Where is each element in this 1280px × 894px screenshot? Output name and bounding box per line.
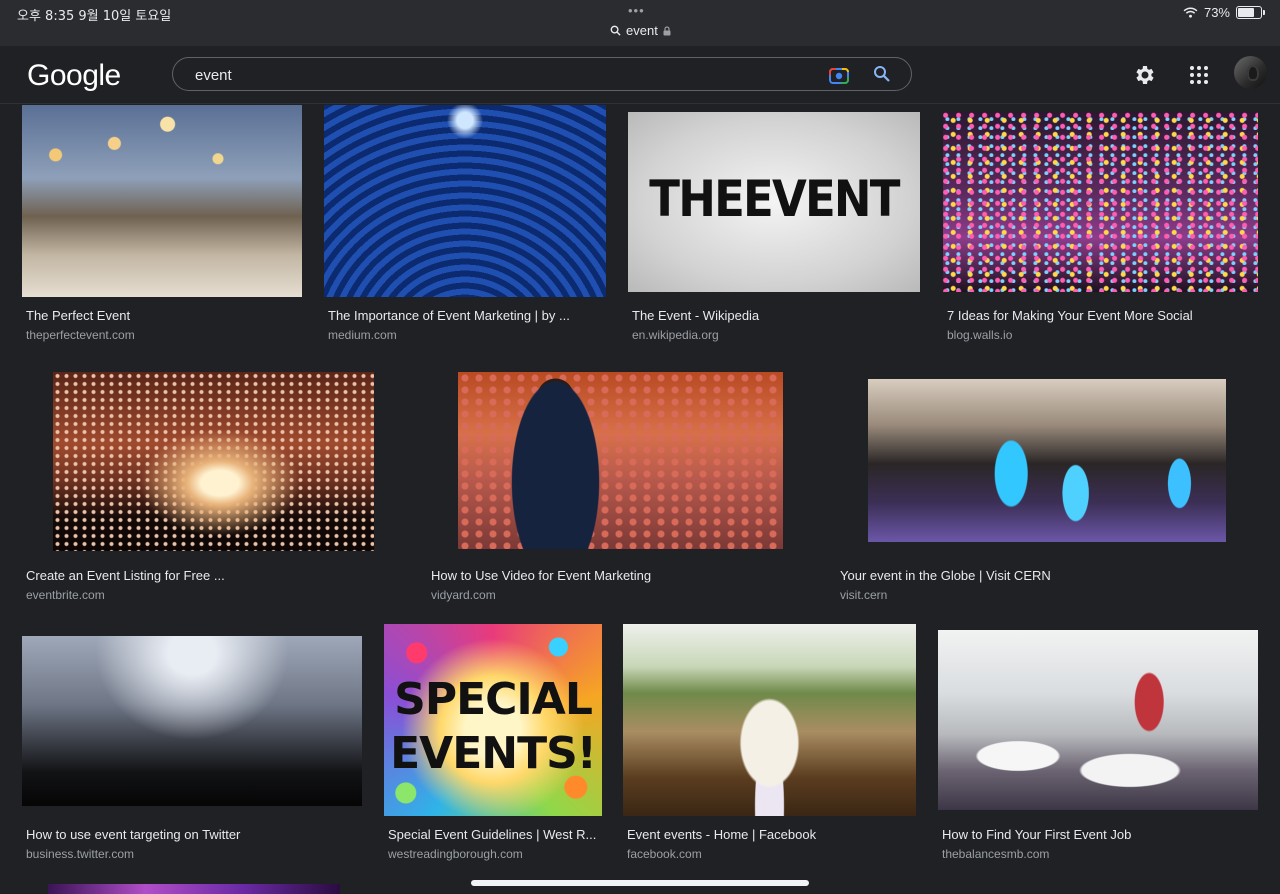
result-title[interactable]: How to use event targeting on Twitter — [26, 827, 240, 842]
status-right: 73% — [1183, 5, 1265, 20]
result-source[interactable]: visit.cern — [840, 588, 887, 602]
search-icon — [610, 25, 621, 36]
thumbnail-text: EVENTS! — [390, 728, 597, 779]
result-thumbnail[interactable] — [623, 624, 916, 816]
result-source[interactable]: facebook.com — [627, 847, 702, 861]
result-title[interactable]: 7 Ideas for Making Your Event More Socia… — [947, 308, 1193, 323]
result-source[interactable]: westreadingborough.com — [388, 847, 523, 861]
result-title[interactable]: Event events - Home | Facebook — [627, 827, 816, 842]
wifi-icon — [1183, 7, 1198, 18]
result-title[interactable]: Your event in the Globe | Visit CERN — [840, 568, 1051, 583]
result-title[interactable]: The Importance of Event Marketing | by .… — [328, 308, 570, 323]
result-source[interactable]: medium.com — [328, 328, 397, 342]
result-thumbnail[interactable] — [22, 105, 302, 297]
result-title[interactable]: The Event - Wikipedia — [632, 308, 759, 323]
settings-gear-icon[interactable] — [1133, 63, 1157, 87]
result-source[interactable]: en.wikipedia.org — [632, 328, 719, 342]
result-thumbnail[interactable] — [53, 372, 374, 551]
result-thumbnail[interactable] — [943, 112, 1258, 292]
result-title[interactable]: Create an Event Listing for Free ... — [26, 568, 225, 583]
battery-fill — [1238, 8, 1255, 17]
thumbnail-text: SPECIAL — [394, 674, 593, 725]
search-input[interactable] — [193, 64, 797, 86]
result-title[interactable]: Special Event Guidelines | West R... — [388, 827, 596, 842]
result-thumbnail[interactable]: SPECIAL EVENTS! — [384, 624, 602, 816]
result-thumbnail[interactable] — [868, 379, 1226, 542]
result-thumbnail[interactable] — [458, 372, 783, 549]
result-source[interactable]: thebalancesmb.com — [942, 847, 1049, 861]
account-avatar[interactable] — [1234, 56, 1267, 89]
result-source[interactable]: business.twitter.com — [26, 847, 134, 861]
status-bar: 오후 8:35 9월 10일 토요일 ••• event 73% — [0, 0, 1280, 46]
search-submit-icon[interactable] — [873, 65, 891, 83]
result-source[interactable]: vidyard.com — [431, 588, 496, 602]
result-thumbnail[interactable] — [22, 636, 362, 806]
next-row-thumbnail[interactable] — [48, 884, 340, 894]
result-source[interactable]: blog.walls.io — [947, 328, 1012, 342]
more-dots-icon[interactable]: ••• — [628, 3, 645, 18]
home-indicator[interactable] — [471, 880, 809, 886]
battery-icon — [1236, 6, 1265, 19]
result-source[interactable]: eventbrite.com — [26, 588, 105, 602]
result-title[interactable]: How to Find Your First Event Job — [942, 827, 1131, 842]
lock-icon — [663, 25, 671, 35]
camera-search-icon[interactable] — [828, 65, 850, 85]
result-thumbnail[interactable] — [938, 630, 1258, 810]
google-logo[interactable]: Google — [27, 59, 121, 93]
result-title[interactable]: How to Use Video for Event Marketing — [431, 568, 651, 583]
apps-grid-icon[interactable] — [1189, 65, 1209, 85]
address-bar[interactable]: event — [610, 23, 671, 38]
thumbnail-text: THEEVENT — [649, 170, 900, 228]
address-text: event — [626, 23, 658, 38]
search-header: Google — [0, 46, 1280, 104]
search-box[interactable] — [172, 57, 912, 91]
result-source[interactable]: theperfectevent.com — [26, 328, 135, 342]
battery-percent: 73% — [1203, 5, 1230, 20]
result-thumbnail[interactable] — [324, 105, 606, 297]
result-thumbnail[interactable]: THEEVENT — [628, 112, 920, 292]
status-time: 오후 8:35 9월 10일 토요일 — [17, 9, 172, 24]
result-title[interactable]: The Perfect Event — [26, 308, 130, 323]
